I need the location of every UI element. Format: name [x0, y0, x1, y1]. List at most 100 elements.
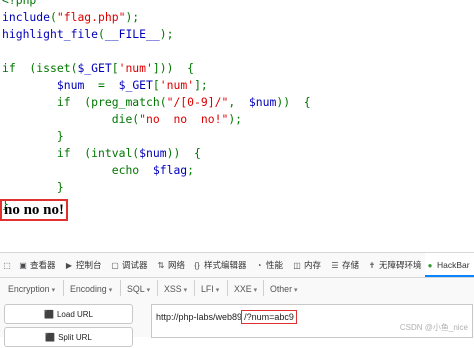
hackbar-icon: ●	[427, 261, 433, 270]
chevron-down-icon: ▾	[253, 287, 258, 294]
url-query-highlight: /?num=abc9	[241, 310, 297, 324]
script-output: no no no!	[0, 199, 69, 221]
code-token: $_GET	[77, 61, 112, 75]
chevron-down-icon: ▾	[51, 287, 56, 294]
tab-label: 性能	[266, 260, 284, 270]
code-token: $num	[56, 78, 85, 92]
watermark: CSDN @小鱼_nice	[399, 323, 468, 332]
divider	[227, 280, 228, 296]
split-icon: ⬛	[45, 333, 56, 342]
code-token: include	[2, 10, 51, 24]
url-base: http://php-labs/web89	[156, 312, 243, 322]
code-line: include("flag.php");	[2, 9, 472, 26]
code-token: );	[159, 27, 174, 41]
menu-xss[interactable]: XSS ▾	[164, 278, 187, 300]
code-token: __FILE__	[104, 27, 160, 41]
code-token: }	[2, 129, 64, 143]
cursor-icon: ⬚	[3, 261, 11, 270]
menu-label: Other	[270, 284, 293, 294]
menu-encryption[interactable]: Encryption ▾	[8, 278, 55, 300]
tab-style-editor[interactable]: {} 样式编辑器	[192, 253, 247, 277]
code-token: "/[0-9]/"	[166, 95, 229, 109]
url-text[interactable]: http://php-labs/web89/?num=abc9	[156, 310, 297, 324]
menu-other[interactable]: Other ▾	[270, 278, 298, 300]
tab-debugger[interactable]: ▢ 调试器	[110, 253, 147, 277]
code-token: ,	[228, 95, 249, 109]
split-url-button[interactable]: ⬛ Split URL	[4, 327, 133, 347]
inspector-icon: ▣	[19, 261, 27, 270]
tab-label: HackBar	[437, 260, 470, 270]
code-token: $num	[248, 95, 277, 109]
code-token: =	[84, 78, 119, 92]
menu-label: XSS	[164, 284, 182, 294]
code-token: [	[152, 78, 160, 92]
tab-label: 无障碍环境	[379, 260, 422, 270]
tab-accessibility[interactable]: ✝ 无障碍环境	[367, 253, 422, 277]
code-token: );	[125, 10, 140, 24]
code-token: )) {	[276, 95, 311, 109]
code-token: $_GET	[118, 78, 153, 92]
code-line: if (isset($_GET['num'])) {	[2, 60, 472, 77]
tab-label: 样式编辑器	[204, 260, 247, 270]
code-token: }	[2, 180, 64, 194]
tab-console[interactable]: ▶ 控制台	[64, 253, 102, 277]
divider	[263, 280, 264, 296]
performance-icon: ◔	[256, 261, 262, 270]
menu-encoding[interactable]: Encoding ▾	[70, 278, 112, 300]
code-token: echo	[2, 163, 153, 177]
code-line: if (intval($num)) {	[2, 145, 472, 162]
tab-network[interactable]: ⇅ 网络	[156, 253, 185, 277]
tab-memory[interactable]: ◫ 内存	[292, 253, 321, 277]
php-source-code: <?php include("flag.php"); highlight_file(…	[2, 0, 472, 213]
devtools-tab-bar: ⬚ ▣ 查看器 ▶ 控制台 ▢ 调试器 ⇅ 网络 {} 样式编辑器 ◔ 性能 ◫ 内存 ☰ 存储…	[0, 253, 474, 278]
tab-inspector[interactable]: ▣ 查看器	[18, 253, 56, 277]
divider	[194, 280, 195, 296]
tab-performance[interactable]: ◔ 性能	[254, 253, 283, 277]
menu-xxe[interactable]: XXE ▾	[234, 278, 257, 300]
code-token: );	[228, 112, 243, 126]
tab-storage[interactable]: ☰ 存储	[330, 253, 359, 277]
code-token: if (isset(	[2, 61, 78, 75]
code-token: (	[50, 10, 57, 24]
code-token: ])) {	[152, 61, 195, 75]
divider	[157, 280, 158, 296]
network-icon: ⇅	[157, 261, 165, 270]
code-token: "flag.php"	[56, 10, 126, 24]
menu-sql[interactable]: SQL ▾	[127, 278, 150, 300]
code-line: if (preg_match("/[0-9]/", $num)) {	[2, 94, 472, 111]
code-token: 'num'	[118, 61, 153, 75]
button-label: Split URL	[58, 333, 92, 342]
debugger-icon: ▢	[111, 261, 119, 270]
menu-label: SQL	[127, 284, 145, 294]
chevron-down-icon: ▾	[108, 287, 113, 294]
code-token: if (intval(	[2, 146, 140, 160]
chevron-down-icon: ▾	[183, 287, 188, 294]
memory-icon: ◫	[293, 261, 301, 270]
menu-lfi[interactable]: LFI ▾	[201, 278, 219, 300]
devtools-panel: ⬚ ▣ 查看器 ▶ 控制台 ▢ 调试器 ⇅ 网络 {} 样式编辑器 ◔ 性能 ◫ 内存 ☰ 存储…	[0, 252, 474, 347]
load-icon: ⬛	[44, 310, 54, 319]
code-line: highlight_file(__FILE__);	[2, 26, 472, 43]
code-token: if (preg_match(	[2, 95, 167, 109]
chevron-down-icon: ▾	[146, 287, 151, 294]
tab-hackbar[interactable]: ● HackBar	[425, 253, 474, 277]
storage-icon: ☰	[331, 261, 339, 270]
code-token: ];	[194, 78, 208, 92]
element-picker-tab[interactable]: ⬚	[2, 253, 14, 277]
menu-label: LFI	[201, 284, 214, 294]
tab-label: 查看器	[30, 260, 56, 270]
code-line: }	[2, 196, 472, 213]
code-token: [	[111, 61, 119, 75]
code-token: 'num'	[159, 78, 195, 92]
code-line: echo $flag;	[2, 162, 472, 179]
tab-label: 内存	[304, 260, 322, 270]
code-line: $num = $_GET['num'];	[2, 77, 472, 94]
load-url-button[interactable]: ⬛ Load URL	[4, 304, 133, 324]
style-editor-icon: {}	[194, 261, 200, 270]
code-token: <?php	[2, 0, 37, 7]
chevron-down-icon: ▾	[294, 287, 298, 294]
code-token: $num	[139, 146, 167, 160]
code-token: die(	[2, 112, 140, 126]
